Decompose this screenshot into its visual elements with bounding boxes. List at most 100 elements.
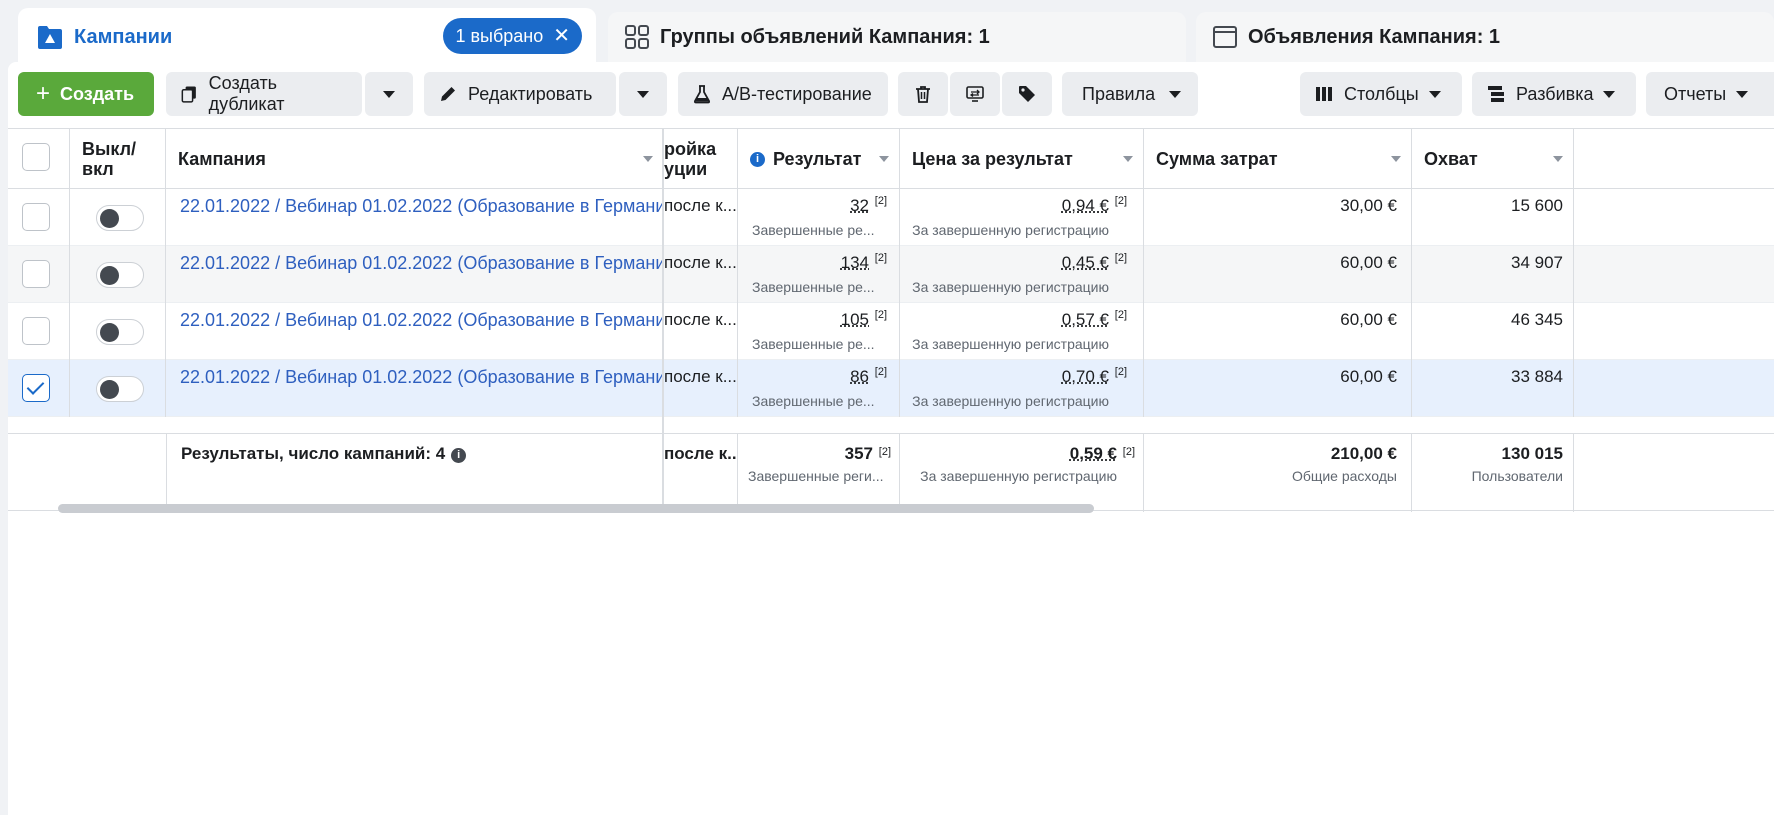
reach-value: 15 600 xyxy=(1511,196,1563,215)
info-icon[interactable]: i xyxy=(451,448,467,463)
tab-adsets[interactable]: Группы объявлений Кампания: 1 xyxy=(608,12,1186,62)
cpr-sup: [2] xyxy=(1114,309,1127,321)
totals-cpr: 0,59 € xyxy=(1069,444,1117,463)
totals-result: 357 xyxy=(844,444,873,463)
cpr-sub: За завершенную регистрацию xyxy=(912,393,1109,409)
horizontal-scrollbar[interactable] xyxy=(58,504,1094,513)
sort-caret-icon xyxy=(879,156,889,162)
tab-campaigns[interactable]: Кампании 1 выбрано ✕ xyxy=(18,8,596,66)
campaigns-panel: + Создать Создать дубликат Редактировать xyxy=(8,62,1774,815)
result-sub: Завершенные ре... xyxy=(752,336,875,352)
campaign-name-link[interactable]: 22.01.2022 / Вебинар 01.02.2022 (Образов… xyxy=(180,367,663,388)
row-campaign-cell: 22.01.2022 / Вебинар 01.02.2022 (Образов… xyxy=(166,303,664,360)
header-amount-spent[interactable]: Сумма затрат xyxy=(1144,129,1412,189)
campaign-on-off-toggle[interactable] xyxy=(96,205,144,231)
result-value[interactable]: 134 xyxy=(841,253,869,273)
row-attribution-cell: после к... xyxy=(664,246,738,303)
result-sub: Завершенные ре... xyxy=(752,279,875,295)
table-row[interactable]: 22.01.2022 / Вебинар 01.02.2022 (Образов… xyxy=(8,360,1774,417)
info-icon[interactable]: i xyxy=(750,151,765,167)
tab-ads[interactable]: Объявления Кампания: 1 xyxy=(1196,12,1774,62)
result-sup: [2] xyxy=(874,309,887,321)
row-reach-cell: 15 600 xyxy=(1412,189,1574,246)
ab-test-button[interactable]: A/B-тестирование xyxy=(678,72,888,116)
campaign-name-link[interactable]: 22.01.2022 / Вебинар 01.02.2022 (Образов… xyxy=(180,253,663,274)
header-result[interactable]: i Результат xyxy=(738,129,900,189)
columns-button[interactable]: Столбцы xyxy=(1300,72,1462,116)
table-row[interactable]: 22.01.2022 / Вебинар 01.02.2022 (Образов… xyxy=(8,189,1774,246)
campaign-name-link[interactable]: 22.01.2022 / Вебинар 01.02.2022 (Образов… xyxy=(180,310,663,331)
campaign-on-off-toggle[interactable] xyxy=(96,319,144,345)
select-all-checkbox[interactable] xyxy=(22,143,50,171)
row-select-cell xyxy=(8,189,70,246)
rules-button[interactable]: Правила xyxy=(1062,72,1198,116)
reports-button[interactable]: Отчеты xyxy=(1646,72,1774,116)
row-campaign-cell: 22.01.2022 / Вебинар 01.02.2022 (Образов… xyxy=(166,246,664,303)
breakdown-label: Разбивка xyxy=(1516,83,1594,104)
totals-attribution: после к... xyxy=(664,444,738,463)
cpr-value[interactable]: 0,94 € xyxy=(1062,196,1109,216)
campaign-on-off-toggle[interactable] xyxy=(96,376,144,402)
duplicate-label: Создать дубликат xyxy=(208,73,285,114)
result-value[interactable]: 32 xyxy=(850,196,869,216)
row-checkbox[interactable] xyxy=(22,203,50,231)
edit-dropdown-button[interactable] xyxy=(619,72,667,116)
header-toggle-label: Выкл/ вкл xyxy=(82,139,137,179)
campaign-name-link[interactable]: 22.01.2022 / Вебинар 01.02.2022 (Образов… xyxy=(180,196,663,217)
table-row[interactable]: 22.01.2022 / Вебинар 01.02.2022 (Образов… xyxy=(8,246,1774,303)
result-value[interactable]: 105 xyxy=(841,310,869,330)
cpr-value[interactable]: 0,70 € xyxy=(1062,367,1109,387)
result-value[interactable]: 86 xyxy=(850,367,869,387)
clear-selection-icon[interactable]: ✕ xyxy=(553,26,570,46)
tab-campaigns-label: Кампании xyxy=(74,25,173,48)
selected-count-pill[interactable]: 1 выбрано ✕ xyxy=(443,18,582,54)
result-sub: Завершенные ре... xyxy=(752,222,875,238)
tag-button[interactable] xyxy=(1002,72,1052,116)
duplicate-button[interactable]: Создать дубликат xyxy=(166,72,362,116)
selected-count-label: 1 выбрано xyxy=(455,25,544,46)
create-button[interactable]: + Создать xyxy=(18,72,154,116)
breakdown-button[interactable]: Разбивка xyxy=(1472,72,1636,116)
adsets-grid-icon xyxy=(625,25,649,49)
totals-result-sup: [2] xyxy=(878,446,891,458)
pencil-icon xyxy=(441,87,455,101)
row-checkbox[interactable] xyxy=(22,260,50,288)
caret-down-icon xyxy=(1169,90,1182,98)
row-reach-cell: 46 345 xyxy=(1412,303,1574,360)
totals-reach-sub: Пользователи xyxy=(1471,468,1563,484)
header-attribution[interactable]: ройка уции xyxy=(664,129,738,189)
header-toggle[interactable]: Выкл/ вкл xyxy=(70,129,166,189)
row-cpr-cell: 0,70 € [2] За завершенную регистрацию xyxy=(900,360,1144,417)
campaign-on-off-toggle[interactable] xyxy=(96,262,144,288)
row-result-cell: 134 [2] Завершенные ре... xyxy=(738,246,900,303)
row-toggle-cell xyxy=(70,303,166,360)
totals-result-cell: 357 [2] Завершенные реги... xyxy=(738,434,900,512)
sort-caret-icon xyxy=(1391,156,1401,162)
edit-label: Редактировать xyxy=(468,83,593,104)
caret-down-icon xyxy=(383,90,395,98)
caret-down-icon xyxy=(637,90,649,98)
row-checkbox[interactable] xyxy=(22,317,50,345)
row-checkbox[interactable] xyxy=(22,374,50,402)
reach-value: 33 884 xyxy=(1511,367,1563,386)
totals-row: Результаты, число кампаний: 4i после к..… xyxy=(8,433,1774,512)
table-row[interactable]: 22.01.2022 / Вебинар 01.02.2022 (Образов… xyxy=(8,303,1774,360)
duplicate-dropdown-button[interactable] xyxy=(365,72,413,116)
header-reach[interactable]: Охват xyxy=(1412,129,1574,189)
row-attribution-cell: после к... xyxy=(664,189,738,246)
row-spent-cell: 60,00 € xyxy=(1144,303,1412,360)
header-cost-per-result[interactable]: Цена за результат xyxy=(900,129,1144,189)
cpr-value[interactable]: 0,57 € xyxy=(1062,310,1109,330)
attribution-value: после к... xyxy=(664,196,737,215)
sort-caret-icon xyxy=(643,156,653,162)
cpr-value[interactable]: 0,45 € xyxy=(1062,253,1109,273)
edit-button[interactable]: Редактировать xyxy=(424,72,616,116)
row-cpr-cell: 0,45 € [2] За завершенную регистрацию xyxy=(900,246,1144,303)
delete-button[interactable] xyxy=(898,72,948,116)
spent-value: 60,00 € xyxy=(1340,253,1397,272)
preview-button[interactable] xyxy=(950,72,1000,116)
header-campaign[interactable]: Кампания xyxy=(166,129,664,189)
sort-caret-icon xyxy=(1553,156,1563,162)
header-cpr-label: Цена за результат xyxy=(912,148,1073,169)
totals-label-cell: Результаты, число кампаний: 4i xyxy=(166,434,664,512)
